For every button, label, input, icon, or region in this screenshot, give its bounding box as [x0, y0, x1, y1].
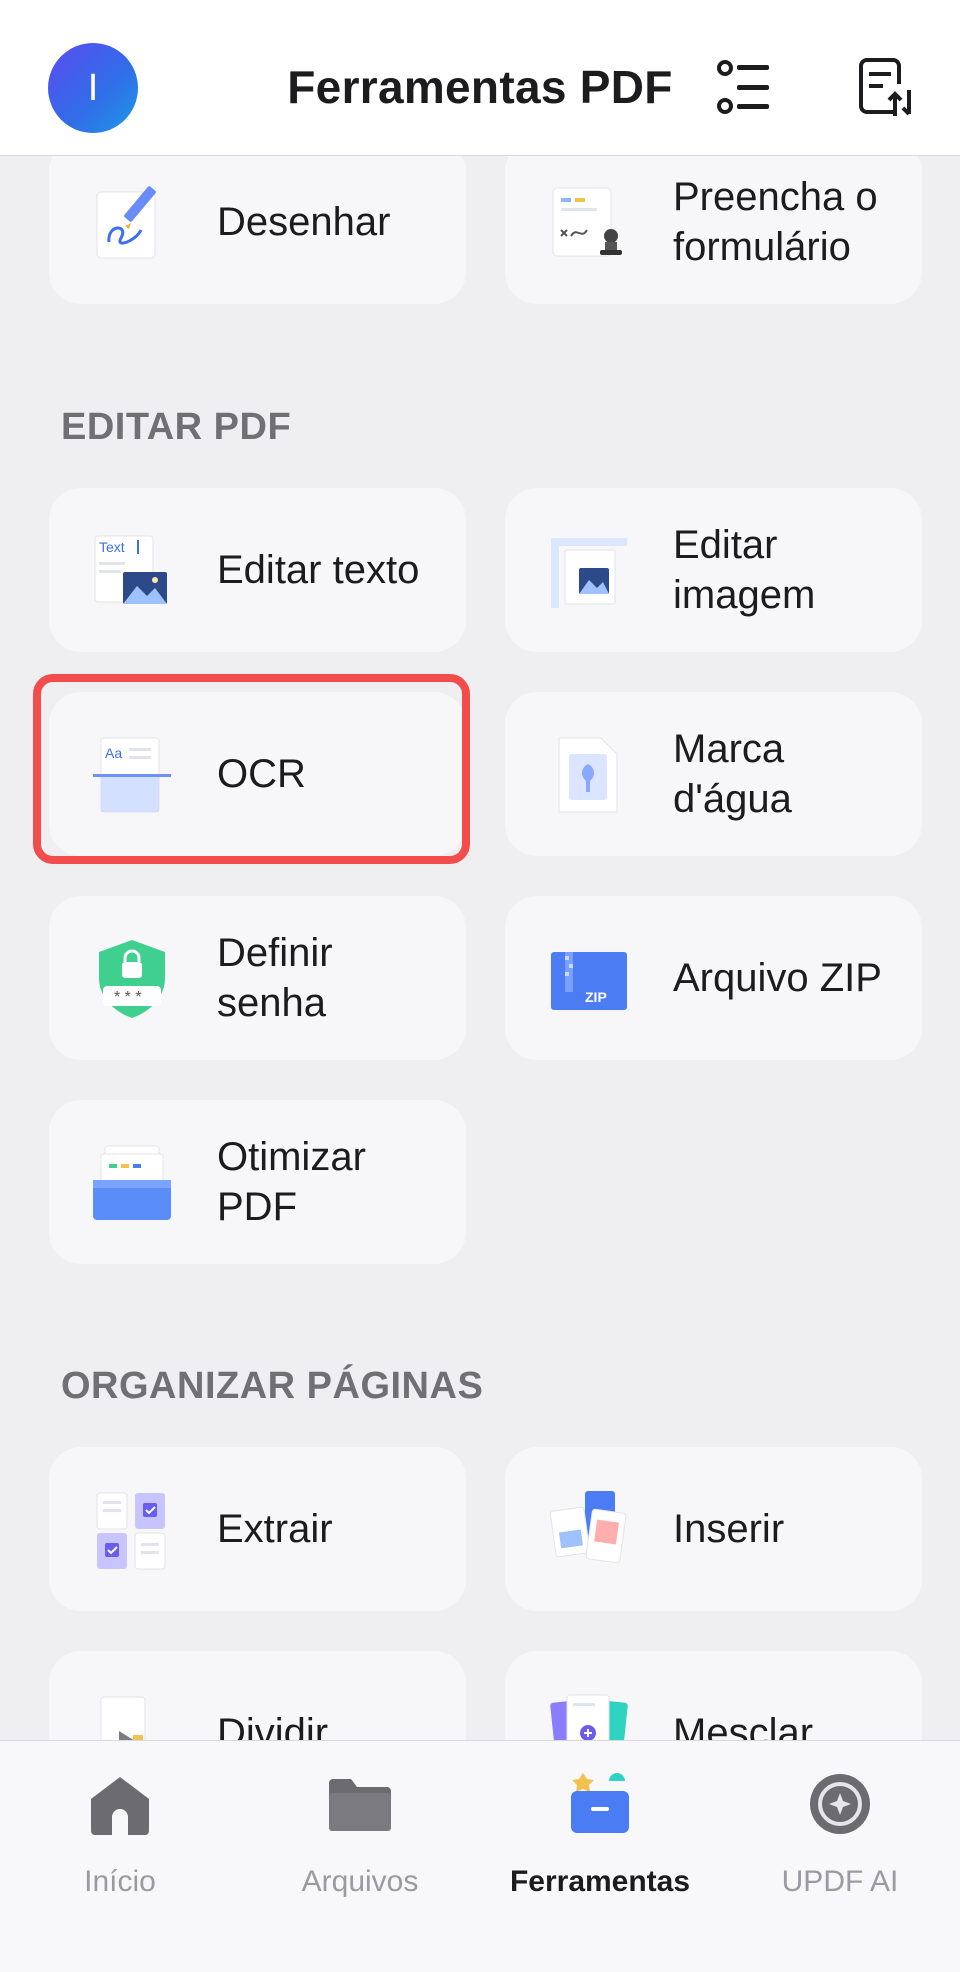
- tool-card-marca-dagua[interactable]: Marca d'água: [505, 692, 922, 856]
- section-title-editar-pdf: EDITAR PDF: [61, 406, 292, 448]
- edit-text-icon: Text: [94, 535, 167, 604]
- watermark-icon: [558, 737, 618, 813]
- tab-updf-ai[interactable]: UPDF AI: [720, 1741, 960, 1972]
- tab-label: Início: [84, 1865, 156, 1898]
- tools-icon: [571, 1773, 629, 1833]
- tool-card-label: Otimizar PDF: [217, 1135, 366, 1229]
- tool-card-preencha-formulario[interactable]: Preencha o formulário: [505, 140, 922, 304]
- tool-card-dividir[interactable]: Dividir: [49, 1651, 466, 1740]
- svg-text:Text: Text: [99, 539, 125, 555]
- svg-text:ZIP: ZIP: [585, 989, 607, 1005]
- tool-card-label: Dividir: [217, 1711, 329, 1740]
- tab-arquivos[interactable]: Arquivos: [240, 1741, 480, 1972]
- password-shield-icon: * * *: [99, 940, 165, 1018]
- svg-text:* * *: * * *: [114, 989, 142, 1006]
- tool-card-mesclar[interactable]: Mesclar: [505, 1651, 922, 1740]
- list-icon[interactable]: [715, 56, 775, 120]
- tab-inicio[interactable]: Início: [0, 1741, 240, 1972]
- tool-card-label: Inserir: [673, 1507, 785, 1551]
- tool-card-label: Arquivo ZIP: [673, 956, 882, 1000]
- app-header: I Ferramentas PDF: [0, 0, 960, 156]
- tool-card-label: Editar imagem: [673, 523, 816, 617]
- tool-card-editar-texto[interactable]: Text Editar texto: [49, 488, 466, 652]
- tool-card-definir-senha[interactable]: * * * Definir senha: [49, 896, 466, 1060]
- tool-card-ocr[interactable]: Aa OCR: [49, 692, 466, 856]
- extract-icon: [96, 1492, 166, 1570]
- merge-icon: [550, 1694, 628, 1740]
- optimize-icon: [93, 1145, 171, 1220]
- tool-card-label: Mesclar: [673, 1711, 814, 1740]
- tab-ferramentas[interactable]: Ferramentas: [480, 1741, 720, 1972]
- split-icon: [100, 1696, 146, 1740]
- tool-card-label: Definir senha: [217, 931, 333, 1025]
- tool-card-inserir[interactable]: Inserir: [505, 1447, 922, 1611]
- tools-scroll-area[interactable]: Desenhar Preencha o formulário EDITAR PD…: [0, 0, 960, 1740]
- tool-card-editar-imagem[interactable]: Editar imagem: [505, 488, 922, 652]
- fill-form-icon: [552, 187, 622, 257]
- tool-card-label: Preencha o formulário: [673, 175, 878, 269]
- tool-card-label: OCR: [217, 752, 306, 796]
- home-icon: [91, 1777, 149, 1835]
- section-title-organizar-paginas: ORGANIZAR PÁGINAS: [61, 1365, 484, 1407]
- tab-label: UPDF AI: [781, 1865, 899, 1898]
- tool-card-label: Marca d'água: [673, 727, 792, 821]
- tool-card-desenhar[interactable]: Desenhar: [49, 140, 466, 304]
- tab-label: Ferramentas: [509, 1865, 691, 1898]
- ocr-icon: Aa: [93, 737, 171, 813]
- tool-card-arquivo-zip[interactable]: ZIP Arquivo ZIP: [505, 896, 922, 1060]
- bottom-tab-bar: Início Arquivos Ferramentas UPDF AI: [0, 1740, 960, 1972]
- draw-icon: [96, 186, 156, 259]
- zip-icon: ZIP: [551, 952, 627, 1010]
- folder-icon: [329, 1779, 391, 1831]
- insert-icon: [549, 1491, 627, 1564]
- tab-label: Arquivos: [301, 1865, 419, 1898]
- sort-icon[interactable]: [855, 56, 915, 120]
- tool-card-label: Editar texto: [217, 548, 420, 592]
- tool-card-extrair[interactable]: Extrair: [49, 1447, 466, 1611]
- tool-card-otimizar-pdf[interactable]: Otimizar PDF: [49, 1100, 466, 1264]
- page-title: Ferramentas PDF: [287, 61, 673, 113]
- edit-image-icon: [551, 538, 627, 608]
- tool-card-label: Desenhar: [217, 200, 391, 244]
- ai-icon: [810, 1774, 870, 1834]
- tool-card-label: Extrair: [217, 1507, 333, 1551]
- svg-text:Aa: Aa: [105, 745, 122, 761]
